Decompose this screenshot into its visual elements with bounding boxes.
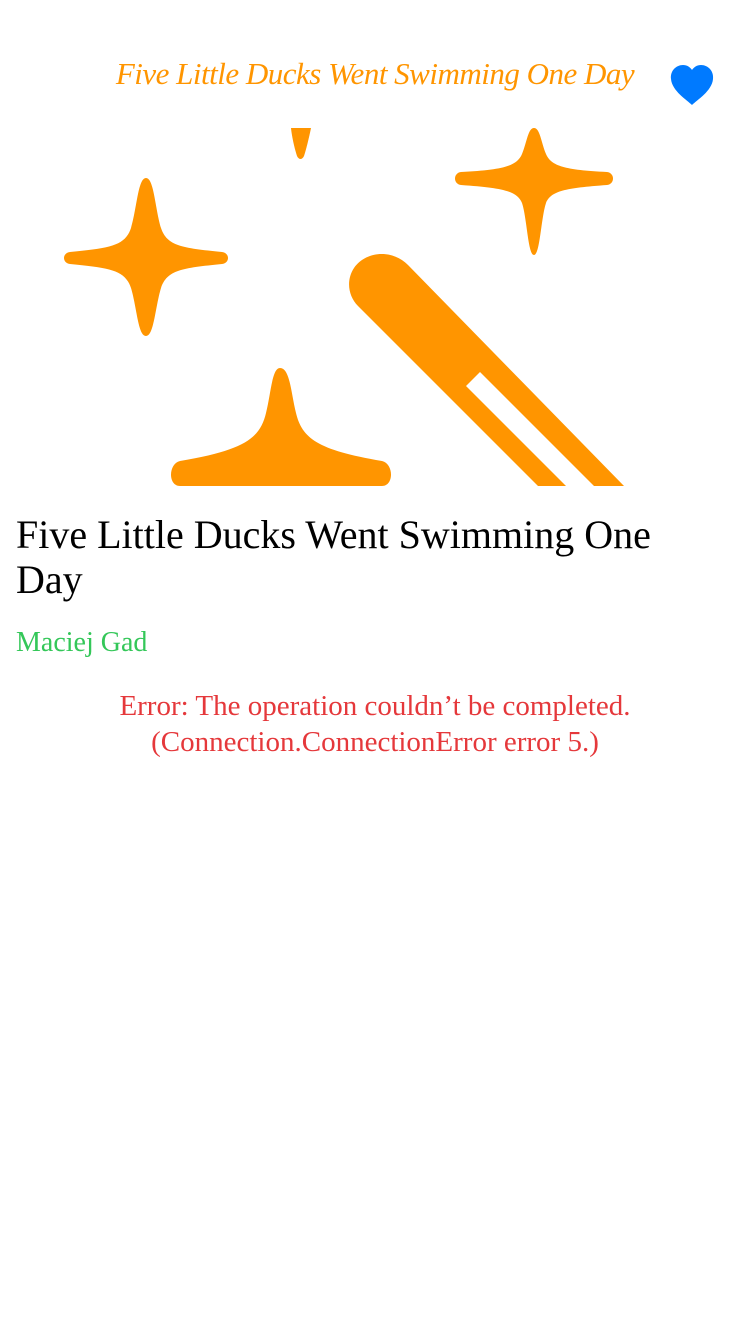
error-line-2: (Connection.ConnectionError error 5.) bbox=[151, 726, 599, 758]
author-link[interactable]: Maciej Gad bbox=[16, 626, 147, 660]
book-cover-image bbox=[0, 128, 750, 486]
heart-fill-icon bbox=[670, 65, 714, 105]
nav-title: Five Little Ducks Went Swimming One Day bbox=[115, 56, 635, 91]
book-title: Five Little Ducks Went Swimming One Day bbox=[16, 512, 651, 602]
error-line-1: Error: The operation couldn’t be complet… bbox=[119, 690, 631, 722]
error-message: Error: The operation couldn’t be complet… bbox=[20, 688, 730, 760]
favorite-button[interactable] bbox=[666, 60, 718, 110]
wand-and-sparkles-icon bbox=[64, 128, 624, 486]
navigation-bar: Five Little Ducks Went Swimming One Day bbox=[0, 0, 750, 128]
